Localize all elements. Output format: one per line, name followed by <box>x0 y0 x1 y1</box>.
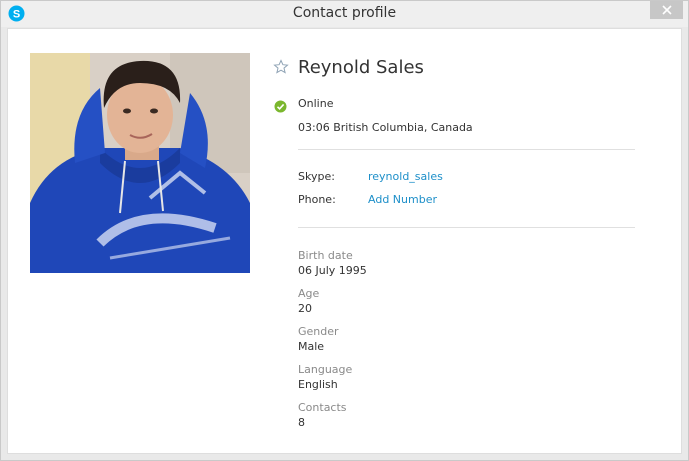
online-status-icon <box>274 98 287 113</box>
detail-contacts: Contacts 8 <box>298 401 648 439</box>
skype-name-link[interactable]: reynold_sales <box>368 170 443 183</box>
name-row: Reynold Sales <box>273 57 648 87</box>
local-time: 03:06 British Columbia, Canada <box>298 121 473 134</box>
detail-age: Age 20 <box>298 287 648 325</box>
profile-content: Reynold Sales Online 03:06 British Colum… <box>7 28 682 454</box>
detail-label: Birth date <box>298 249 353 262</box>
detail-gender: Gender Male <box>298 325 648 363</box>
skype-label: Skype: <box>298 170 335 183</box>
status-row: Online <box>273 96 648 116</box>
detail-label: Contacts <box>298 401 347 414</box>
contact-name: Reynold Sales <box>298 57 424 78</box>
detail-value: 06 July 1995 <box>298 264 367 277</box>
profile-photo <box>30 53 250 273</box>
detail-value: English <box>298 378 338 391</box>
contact-profile-window: S Contact profile Reynold Sales Online 0… <box>0 0 689 461</box>
profile-details: Birth date 06 July 1995 Age 20 Gender Ma… <box>298 249 648 439</box>
detail-label: Gender <box>298 325 339 338</box>
detail-value: Male <box>298 340 325 353</box>
profile-info: Reynold Sales Online 03:06 British Colum… <box>273 57 648 439</box>
close-icon <box>661 5 672 15</box>
phone-row: Phone: Add Number <box>298 193 648 216</box>
star-icon[interactable] <box>273 59 289 75</box>
add-number-link[interactable]: Add Number <box>368 193 437 206</box>
close-button[interactable] <box>650 1 683 19</box>
divider <box>298 149 635 150</box>
detail-birth-date: Birth date 06 July 1995 <box>298 249 648 287</box>
detail-value: 20 <box>298 302 312 315</box>
divider <box>298 227 635 228</box>
title-bar[interactable]: S Contact profile <box>1 1 688 27</box>
detail-label: Age <box>298 287 320 300</box>
phone-label: Phone: <box>298 193 336 206</box>
window-title: Contact profile <box>292 5 397 21</box>
skype-row: Skype: reynold_sales <box>298 170 648 193</box>
detail-language: Language English <box>298 363 648 401</box>
detail-label: Language <box>298 363 353 376</box>
status-text: Online <box>298 97 334 110</box>
detail-value: 8 <box>298 416 305 429</box>
